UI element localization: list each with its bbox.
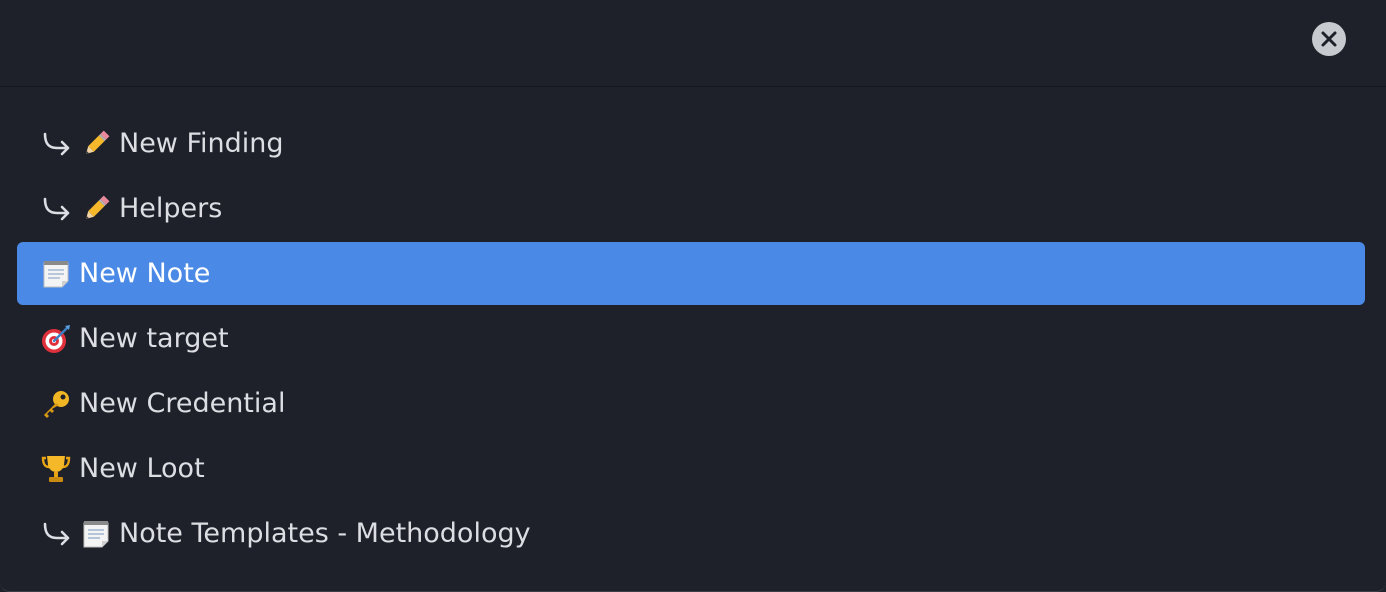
suggestion-label: New target bbox=[79, 323, 229, 354]
nested-arrow-icon bbox=[41, 521, 81, 547]
close-button[interactable] bbox=[1312, 22, 1346, 56]
suggestion-item-new-loot[interactable]: New Loot bbox=[17, 437, 1365, 500]
target-icon bbox=[41, 324, 71, 354]
suggestion-item-new-note[interactable]: New Note bbox=[17, 242, 1365, 305]
notepad-icon bbox=[81, 519, 111, 549]
key-icon bbox=[41, 389, 71, 419]
suggestion-item-new-finding[interactable]: New Finding bbox=[17, 112, 1365, 175]
suggestion-item-new-target[interactable]: New target bbox=[17, 307, 1365, 370]
suggestion-label: New Credential bbox=[79, 388, 286, 419]
notepad-icon bbox=[41, 259, 71, 289]
suggestion-label: Note Templates - Methodology bbox=[119, 518, 531, 549]
suggestion-label: Helpers bbox=[119, 193, 223, 224]
suggestion-label: New Finding bbox=[119, 128, 284, 159]
nested-arrow-icon bbox=[41, 131, 81, 157]
suggestion-label: New Note bbox=[79, 258, 211, 289]
suggestion-item-helpers[interactable]: Helpers bbox=[17, 177, 1365, 240]
suggestion-modal: New Finding Helpers New Note New target … bbox=[0, 0, 1386, 592]
nested-arrow-icon bbox=[41, 196, 81, 222]
modal-header bbox=[0, 0, 1386, 87]
pencil-icon bbox=[81, 129, 111, 159]
suggestion-label: New Loot bbox=[79, 453, 205, 484]
close-icon bbox=[1321, 31, 1337, 47]
pencil-icon bbox=[81, 194, 111, 224]
suggestion-list: New Finding Helpers New Note New target … bbox=[17, 112, 1365, 567]
suggestion-item-note-templates-methodology[interactable]: Note Templates - Methodology bbox=[17, 502, 1365, 565]
suggestion-item-new-credential[interactable]: New Credential bbox=[17, 372, 1365, 435]
trophy-icon bbox=[41, 454, 71, 484]
